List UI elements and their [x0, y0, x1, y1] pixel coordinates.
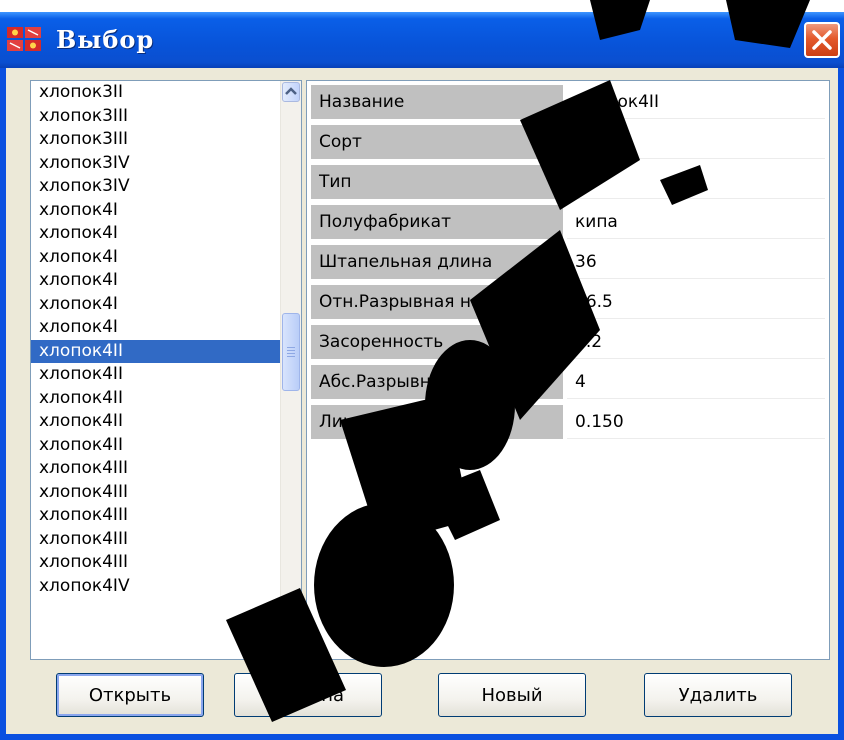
property-value[interactable]: II [567, 125, 825, 159]
list-item[interactable]: хлопок3III [31, 105, 281, 129]
list-item[interactable]: хлопок4I [31, 199, 281, 223]
scroll-thumb[interactable] [282, 313, 300, 391]
property-name: Тип [311, 165, 563, 199]
vertical-scrollbar[interactable] [280, 81, 301, 659]
property-row: Линейная плотность 0.150 [307, 403, 829, 441]
property-name: Полуфабрикат [311, 205, 563, 239]
property-value[interactable]: 0.150 [567, 405, 825, 439]
property-value[interactable]: хлопок4II [567, 85, 825, 119]
list-item[interactable]: хлопок4I [31, 269, 281, 293]
property-row: Тип 4 [307, 163, 829, 201]
property-row: Название хлопок4II [307, 83, 829, 121]
list-items: хлопок3II хлопок3III хлопок3III хлопок3IV хл… [31, 81, 281, 598]
list-item[interactable]: хлопок3III [31, 128, 281, 152]
property-row: Засоренность 3.2 [307, 323, 829, 361]
close-button[interactable] [804, 22, 840, 58]
chevron-down-icon [285, 644, 297, 652]
property-name: Штапельная длина [311, 245, 563, 279]
list-item[interactable]: хлопок4III [31, 551, 281, 575]
close-icon [812, 30, 832, 50]
chevron-up-icon [285, 87, 297, 95]
window-title: Выбор [56, 25, 155, 54]
property-row: Полуфабрикат кипа [307, 203, 829, 241]
dialog-client-area: хлопок3II хлопок3III хлопок3III хлопок3IV хл… [6, 68, 838, 734]
list-item[interactable]: хлопок3IV [31, 152, 281, 176]
property-name: Линейная плотность [311, 405, 563, 439]
list-item[interactable]: хлопок4III [31, 457, 281, 481]
property-row: Абс.Разрывная нагрузк 4 [307, 363, 829, 401]
property-row: Сорт II [307, 123, 829, 161]
cancel-button[interactable]: Отмена [234, 673, 382, 717]
title-bar[interactable]: Выбор [0, 12, 844, 68]
property-row: Штапельная длина 36 [307, 243, 829, 281]
list-item[interactable]: хлопок4IV [31, 575, 281, 599]
property-name: Абс.Разрывная нагрузк [311, 365, 563, 399]
delete-button[interactable]: Удалить [644, 673, 792, 717]
list-item[interactable]: хлопок4II [31, 363, 281, 387]
item-listbox[interactable]: хлопок3II хлопок3III хлопок3III хлопок3IV хл… [30, 80, 302, 660]
property-name: Отн.Разрывная нагрузк [311, 285, 563, 319]
list-item[interactable]: хлопок3IV [31, 175, 281, 199]
property-row: Отн.Разрывная нагрузк 26.5 [307, 283, 829, 321]
list-item[interactable]: хлопок4I [31, 222, 281, 246]
list-item[interactable]: хлопок4I [31, 316, 281, 340]
new-button[interactable]: Новый [438, 673, 586, 717]
open-button[interactable]: Открыть [56, 673, 204, 717]
list-item[interactable]: хлопок4II [31, 387, 281, 411]
scroll-up-button[interactable] [282, 82, 300, 102]
app-icon [6, 24, 42, 54]
list-item[interactable]: хлопок4III [31, 504, 281, 528]
property-value[interactable]: 36 [567, 245, 825, 279]
property-grid: Название хлопок4II Сорт II Тип 4 Полуфабрикат к… [306, 80, 830, 660]
property-value[interactable]: 3.2 [567, 325, 825, 359]
property-name: Засоренность [311, 325, 563, 359]
list-item[interactable]: хлопок4III [31, 528, 281, 552]
property-name: Название [311, 85, 563, 119]
list-item[interactable]: хлопок4II [31, 339, 281, 363]
property-value[interactable]: 4 [567, 165, 825, 199]
list-item[interactable]: хлопок4II [31, 410, 281, 434]
property-value[interactable]: 4 [567, 365, 825, 399]
property-value[interactable]: 26.5 [567, 285, 825, 319]
property-value[interactable]: кипа [567, 205, 825, 239]
list-item[interactable]: хлопок3II [31, 81, 281, 105]
list-item[interactable]: хлопок4II [31, 434, 281, 458]
dialog-window: Выбор хлопок3II хлопок3III хлопок3III хлопо… [0, 12, 844, 740]
list-item[interactable]: хлопок4III [31, 481, 281, 505]
property-name: Сорт [311, 125, 563, 159]
list-item[interactable]: хлопок4I [31, 246, 281, 270]
list-item[interactable]: хлопок4I [31, 293, 281, 317]
scroll-down-button[interactable] [282, 637, 300, 657]
